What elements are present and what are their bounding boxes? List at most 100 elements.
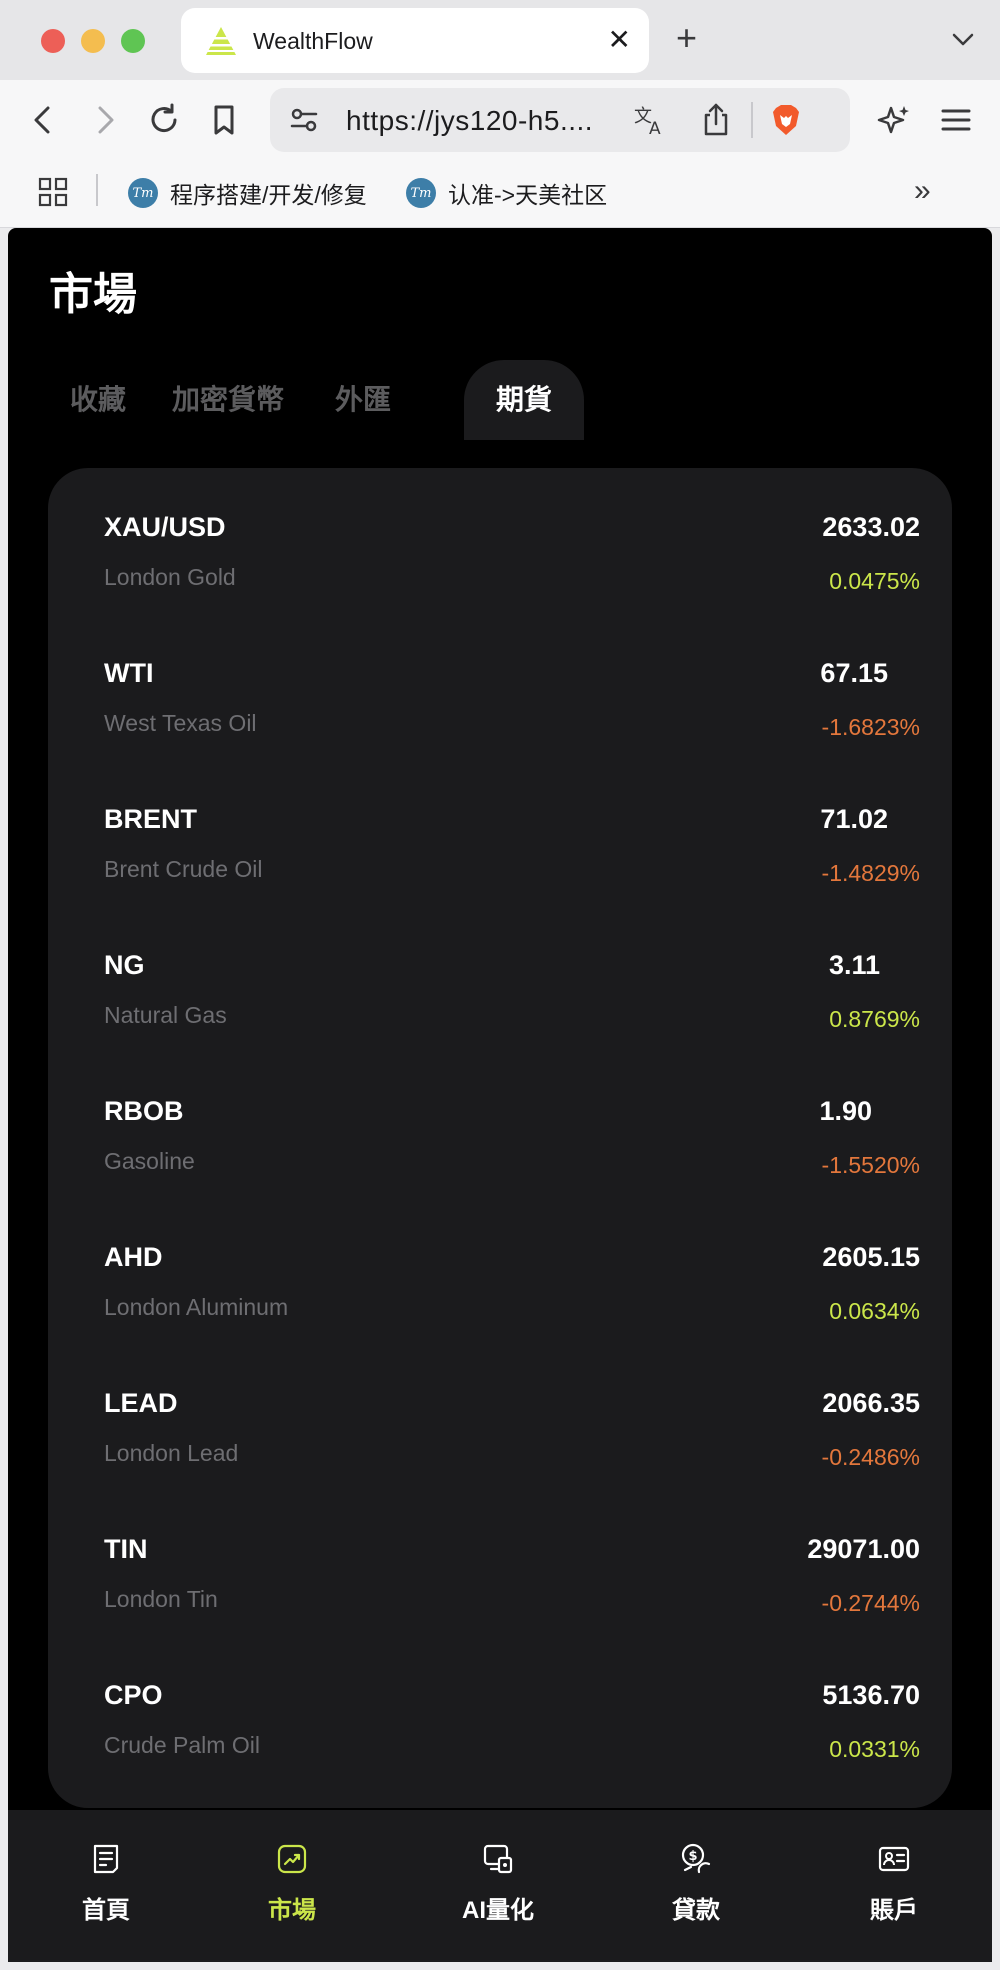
symbol: WTI xyxy=(104,658,154,688)
instrument-name: London Gold xyxy=(104,564,236,590)
tab-crypto[interactable]: 加密貨幣 xyxy=(148,360,308,440)
more-bookmarks-icon[interactable]: » xyxy=(914,174,931,208)
price: 2633.02 xyxy=(822,512,920,542)
symbol: RBOB xyxy=(104,1096,184,1126)
wealthflow-logo-icon xyxy=(206,27,236,55)
nav-label: 首頁 xyxy=(82,1897,130,1924)
instrument-name: Brent Crude Oil xyxy=(104,856,263,882)
symbol: LEAD xyxy=(104,1388,178,1418)
market-row[interactable]: TIN London Tin 29071.00 -0.2744% xyxy=(48,1490,952,1636)
instrument-name: Gasoline xyxy=(104,1148,195,1174)
price: 67.15 xyxy=(820,658,888,688)
nav-ai-quant[interactable]: AI量化 xyxy=(400,1810,596,1962)
url-text[interactable]: https://jys120-h5.... xyxy=(346,105,593,137)
symbol: XAU/USD xyxy=(104,512,226,542)
market-row[interactable]: XAU/USD London Gold 2633.02 0.0475% xyxy=(48,468,952,614)
tm-favicon-icon: Tm xyxy=(406,178,436,208)
change-percent: -0.2744% xyxy=(821,1590,920,1616)
symbol: CPO xyxy=(104,1680,163,1710)
menu-icon[interactable] xyxy=(938,102,974,138)
nav-loan[interactable]: $ 貸款 xyxy=(598,1810,794,1962)
price: 71.02 xyxy=(820,804,888,834)
market-row[interactable]: CPO Crude Palm Oil 5136.70 0.0331% xyxy=(48,1636,952,1782)
instrument-name: London Lead xyxy=(104,1440,239,1466)
browser-tab-active[interactable]: WealthFlow ✕ xyxy=(181,8,649,73)
bookmark-item[interactable]: Tm 认准->天美社区 xyxy=(406,176,607,210)
bottom-nav: 首頁 市場 AI量化 $ 貸款 賬戶 xyxy=(8,1810,992,1962)
change-percent: -0.2486% xyxy=(821,1444,920,1470)
nav-market[interactable]: 市場 xyxy=(194,1810,390,1962)
apps-grid-icon[interactable] xyxy=(38,177,68,207)
page-title: 市場 xyxy=(49,270,137,319)
price: 29071.00 xyxy=(807,1534,920,1564)
price: 1.90 xyxy=(819,1096,872,1126)
market-row[interactable]: NG Natural Gas 3.11 0.8769% xyxy=(48,906,952,1052)
bookmark-icon[interactable] xyxy=(206,102,242,138)
market-row[interactable]: RBOB Gasoline 1.90 -1.5520% xyxy=(48,1052,952,1198)
symbol: AHD xyxy=(104,1242,163,1272)
bookmark-item[interactable]: Tm 程序搭建/开发/修复 xyxy=(128,176,367,210)
app-viewport: 市場 收藏 加密貨幣 外匯 期貨 XAU/USD London Gold 263… xyxy=(8,228,992,1962)
bookmarks-divider xyxy=(96,174,98,206)
chevron-down-icon[interactable] xyxy=(948,24,978,54)
tab-forex[interactable]: 外匯 xyxy=(308,360,418,440)
tab-close-icon[interactable]: ✕ xyxy=(608,26,631,54)
instrument-name: London Tin xyxy=(104,1586,218,1612)
browser-tab-bar: WealthFlow ✕ + xyxy=(0,0,1000,80)
change-percent: 0.8769% xyxy=(829,1006,920,1032)
instrument-name: Natural Gas xyxy=(104,1002,227,1028)
loan-icon: $ xyxy=(681,1843,711,1874)
nav-home[interactable]: 首頁 xyxy=(8,1810,204,1962)
reload-icon[interactable] xyxy=(146,102,182,138)
market-row[interactable]: WTI West Texas Oil 67.15 -1.6823% xyxy=(48,614,952,760)
change-percent: -1.5520% xyxy=(821,1152,920,1178)
price: 3.11 xyxy=(828,950,880,980)
change-percent: -1.4829% xyxy=(821,860,920,886)
brave-shields-icon[interactable] xyxy=(768,102,804,138)
nav-label: 貸款 xyxy=(672,1897,720,1924)
tm-favicon-icon: Tm xyxy=(128,178,158,208)
address-bar-divider xyxy=(751,102,753,138)
address-bar[interactable]: https://jys120-h5.... 文 A xyxy=(270,88,850,152)
nav-account[interactable]: 賬戶 xyxy=(796,1810,992,1962)
window-zoom-button[interactable] xyxy=(121,29,145,53)
share-icon[interactable] xyxy=(698,102,734,138)
bookmark-label: 认准->天美社区 xyxy=(448,182,608,208)
home-icon xyxy=(93,1844,119,1874)
symbol: NG xyxy=(104,950,145,980)
nav-label: 賬戶 xyxy=(870,1897,918,1924)
site-settings-icon[interactable] xyxy=(286,102,322,138)
market-list: XAU/USD London Gold 2633.02 0.0475% WTI … xyxy=(48,468,952,1808)
instrument-name: Crude Palm Oil xyxy=(104,1732,260,1758)
nav-label: AI量化 xyxy=(462,1897,534,1924)
symbol: TIN xyxy=(104,1534,148,1564)
bookmarks-bar: Tm 程序搭建/开发/修复 Tm 认准->天美社区 » xyxy=(0,160,1000,228)
tab-favorites[interactable]: 收藏 xyxy=(48,360,148,440)
back-icon[interactable] xyxy=(26,102,62,138)
tab-title: WealthFlow xyxy=(253,28,373,54)
new-tab-icon[interactable]: + xyxy=(676,20,697,56)
price: 2066.35 xyxy=(822,1388,920,1418)
ai-sparkle-icon[interactable] xyxy=(876,102,912,138)
change-percent: -1.6823% xyxy=(821,714,920,740)
market-row[interactable]: AHD London Aluminum 2605.15 0.0634% xyxy=(48,1198,952,1344)
translate-icon[interactable]: 文 A xyxy=(632,102,668,138)
market-row[interactable]: LEAD London Lead 2066.35 -0.2486% xyxy=(48,1344,952,1490)
instrument-name: West Texas Oil xyxy=(104,710,257,736)
tab-futures[interactable]: 期貨 xyxy=(464,360,584,440)
ai-quant-icon xyxy=(483,1844,513,1874)
bookmark-label: 程序搭建/开发/修复 xyxy=(170,182,367,208)
window-close-button[interactable] xyxy=(41,29,65,53)
instrument-name: London Aluminum xyxy=(104,1294,289,1320)
change-percent: 0.0475% xyxy=(829,568,920,594)
svg-text:$: $ xyxy=(689,1849,698,1864)
symbol: BRENT xyxy=(104,804,197,834)
window-minimize-button[interactable] xyxy=(81,29,105,53)
price: 2605.15 xyxy=(822,1242,920,1272)
market-row[interactable]: BRENT Brent Crude Oil 71.02 -1.4829% xyxy=(48,760,952,906)
price: 5136.70 xyxy=(822,1680,920,1710)
change-percent: 0.0331% xyxy=(829,1736,920,1762)
nav-label: 市場 xyxy=(268,1897,316,1924)
forward-icon[interactable] xyxy=(86,102,122,138)
market-icon xyxy=(277,1844,307,1874)
